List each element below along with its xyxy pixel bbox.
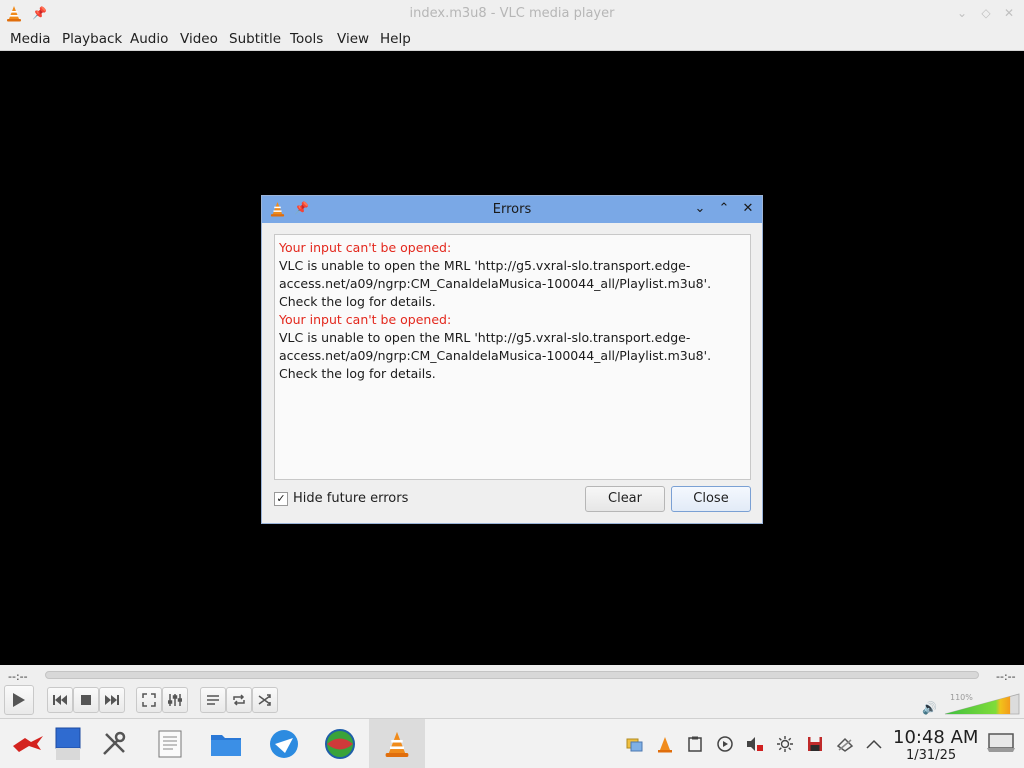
volume-slider[interactable] xyxy=(944,693,1020,715)
stop-button[interactable] xyxy=(73,687,99,713)
vlc-cone-icon xyxy=(385,731,409,757)
clipboard-icon[interactable] xyxy=(686,735,704,753)
menu-subtitle[interactable]: Subtitle xyxy=(229,31,281,47)
dialog-title: Errors xyxy=(492,202,532,217)
web-browser-app[interactable] xyxy=(256,719,312,768)
hide-future-errors-checkbox[interactable]: ✓ xyxy=(274,492,288,506)
playback-controls: --:-- --:-- 🔊 110% xyxy=(0,665,1024,718)
error-message: VLC is unable to open the MRL 'http://g5… xyxy=(279,258,712,309)
menubar: Media Playback Audio Video Subtitle Tool… xyxy=(0,28,1024,51)
text-editor-app[interactable] xyxy=(142,719,198,768)
show-desktop-corner-button[interactable] xyxy=(986,731,1016,755)
menu-media[interactable]: Media xyxy=(10,31,51,47)
text-editor-icon xyxy=(158,730,182,758)
loop-icon xyxy=(233,694,245,706)
expand-up-icon[interactable] xyxy=(865,735,883,753)
close-dialog-button[interactable]: Close xyxy=(671,486,751,512)
minimize-button[interactable]: ⌄ xyxy=(955,6,969,20)
settings-app[interactable] xyxy=(86,719,142,768)
previous-button[interactable] xyxy=(47,687,73,713)
fullscreen-icon xyxy=(142,693,156,707)
clear-button[interactable]: Clear xyxy=(585,486,665,512)
play-button[interactable] xyxy=(4,685,34,715)
media-player-icon[interactable] xyxy=(716,735,734,753)
audio-muted-icon[interactable] xyxy=(746,735,764,753)
close-button[interactable]: ✕ xyxy=(1002,6,1016,20)
save-icon[interactable] xyxy=(806,735,824,753)
playlist-icon xyxy=(207,695,219,705)
seek-slider[interactable] xyxy=(45,671,979,679)
error-heading: Your input can't be opened: xyxy=(279,312,452,327)
remaining-time[interactable]: --:-- xyxy=(996,670,1016,683)
menu-playback[interactable]: Playback xyxy=(62,31,122,47)
error-log[interactable]: Your input can't be opened: VLC is unabl… xyxy=(274,234,751,480)
desktop-icon xyxy=(55,727,81,760)
window-title: index.m3u8 - VLC media player xyxy=(409,6,615,21)
speaker-icon[interactable]: 🔊 xyxy=(922,701,937,715)
dialog-maximize-button[interactable]: ⌃ xyxy=(716,201,732,217)
network-icon[interactable] xyxy=(836,735,854,753)
menu-view[interactable]: View xyxy=(337,31,369,47)
error-message: VLC is unable to open the MRL 'http://g5… xyxy=(279,330,712,381)
shuffle-icon xyxy=(258,694,271,706)
equalizer-icon xyxy=(168,694,182,706)
loop-button[interactable] xyxy=(226,687,252,713)
desktop-icon xyxy=(987,733,1015,752)
next-button[interactable] xyxy=(99,687,125,713)
vlc-tray-icon[interactable] xyxy=(656,735,674,753)
playlist-button[interactable] xyxy=(200,687,226,713)
extended-settings-button[interactable] xyxy=(162,687,188,713)
file-manager-app[interactable] xyxy=(198,719,254,768)
brightness-icon[interactable] xyxy=(776,735,794,753)
menu-tools[interactable]: Tools xyxy=(290,31,323,47)
window-titlebar: 📌 index.m3u8 - VLC media player ⌄ ◇ ✕ xyxy=(0,0,1024,28)
clock-date[interactable]: 1/31/25 xyxy=(906,748,956,763)
web-browser-icon xyxy=(270,730,298,758)
menu-audio[interactable]: Audio xyxy=(130,31,168,47)
globe-icon xyxy=(325,729,355,759)
hide-future-errors-label[interactable]: Hide future errors xyxy=(293,491,408,506)
notifications-icon[interactable] xyxy=(626,735,644,753)
dialog-close-button[interactable]: ✕ xyxy=(740,201,756,217)
skip-forward-icon xyxy=(105,695,119,705)
file-manager-icon xyxy=(211,735,241,756)
shuffle-button[interactable] xyxy=(252,687,278,713)
menu-video[interactable]: Video xyxy=(180,31,218,47)
play-icon xyxy=(13,693,25,707)
menu-help[interactable]: Help xyxy=(380,31,411,47)
clock-time[interactable]: 10:48 AM xyxy=(893,727,978,748)
dialog-titlebar: 📌 Errors ⌄ ⌃ ✕ xyxy=(262,196,762,223)
stop-icon xyxy=(81,695,91,705)
taskbar: 10:48 AM 1/31/25 xyxy=(0,718,1024,768)
elapsed-time[interactable]: --:-- xyxy=(8,670,28,683)
dialog-minimize-button[interactable]: ⌄ xyxy=(692,201,708,217)
vlc-taskbar-item[interactable] xyxy=(369,719,425,768)
skip-back-icon xyxy=(53,695,67,705)
maximize-button[interactable]: ◇ xyxy=(979,6,993,20)
settings-icon xyxy=(103,731,126,755)
errors-dialog: 📌 Errors ⌄ ⌃ ✕ Your input can't be opene… xyxy=(261,195,763,524)
fullscreen-button[interactable] xyxy=(136,687,162,713)
globe-app[interactable] xyxy=(312,719,368,768)
error-heading: Your input can't be opened: xyxy=(279,240,452,255)
